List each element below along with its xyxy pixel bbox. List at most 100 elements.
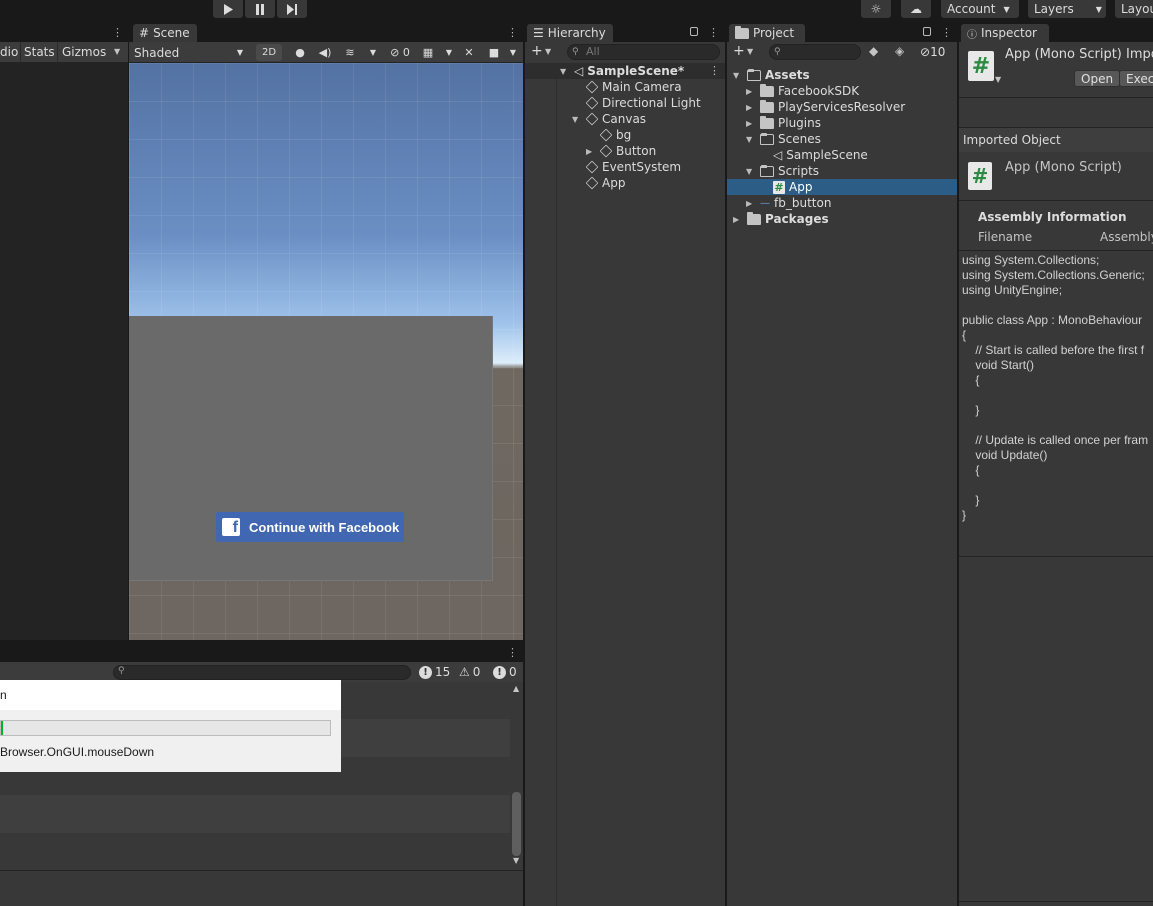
toggle-2d-button[interactable]: 2D [256, 44, 282, 61]
lighting-button[interactable]: ☼ [861, 0, 891, 18]
scrollbar-thumb[interactable] [512, 792, 521, 856]
filter-by-label-icon[interactable]: ◈ [895, 44, 904, 58]
kebab-menu-icon[interactable]: ⋮ [941, 26, 952, 39]
scene-visibility-toggle[interactable]: ⊘ 0 [385, 45, 415, 60]
tab-scene[interactable]: # Scene [133, 24, 197, 42]
layout-dropdown[interactable]: Layou [1115, 0, 1153, 18]
kebab-menu-icon[interactable]: ⋮ [112, 26, 123, 39]
chevron-down-icon[interactable]: ▼ [114, 47, 120, 56]
hierarchy-item-main-camera[interactable]: Main Camera [585, 79, 682, 95]
expand-arrow-icon[interactable]: ▶ [746, 119, 756, 128]
inspector-tabbar: ⓘ Inspector [959, 22, 1153, 42]
expand-arrow-icon[interactable]: ▼ [746, 167, 756, 176]
lock-icon[interactable] [923, 27, 931, 36]
project-item-samplescene[interactable]: ◁ SampleScene [773, 147, 868, 163]
item-label: FacebookSDK [778, 84, 860, 98]
gizmos-button[interactable]: Gizmos [62, 45, 106, 59]
hierarchy-item-button[interactable]: ▶ Button [586, 143, 656, 159]
hierarchy-item-bg[interactable]: bg [599, 127, 631, 143]
audio-icon[interactable]: ◀) [317, 45, 333, 60]
hierarchy-item-directional-light[interactable]: Directional Light [585, 95, 701, 111]
pause-button[interactable] [245, 0, 275, 18]
filter-by-type-icon[interactable]: ◆ [869, 44, 878, 58]
scene-root-item[interactable]: ▼ ◁ SampleScene* [560, 63, 684, 79]
tab-project[interactable]: Project [729, 24, 805, 42]
step-button[interactable] [277, 0, 307, 18]
effects-icon[interactable]: ≋ [342, 45, 358, 60]
expand-arrow-icon[interactable]: ▶ [586, 147, 596, 156]
toggle-2d-label: 2D [261, 47, 277, 58]
expand-arrow-icon[interactable]: ▶ [746, 87, 756, 96]
project-item-plugins[interactable]: ▶ Plugins [746, 115, 821, 131]
cloud-button[interactable]: ☁ [901, 0, 931, 18]
console-search-input[interactable]: ⚲ [113, 665, 411, 680]
progress-fill [1, 721, 3, 735]
item-label: App [789, 180, 813, 194]
tab-inspector[interactable]: ⓘ Inspector [961, 24, 1049, 42]
grid-toggle-icon[interactable]: ▦ [420, 45, 436, 60]
expand-arrow-icon[interactable]: ▶ [746, 199, 756, 208]
log-count-toggle[interactable]: ! 15 [419, 663, 450, 681]
error-count-toggle[interactable]: ! 0 [493, 663, 517, 681]
project-item-playservicesresolver[interactable]: ▶ PlayServicesResolver [746, 99, 905, 115]
project-item-fb-button[interactable]: ▶ — fb_button [746, 195, 831, 211]
tab-hierarchy[interactable]: ☰ Hierarchy [527, 24, 613, 42]
chevron-down-icon[interactable]: ▼ [747, 47, 753, 56]
warning-count-toggle[interactable]: ⚠ 0 [459, 663, 480, 681]
list-item[interactable] [0, 795, 510, 833]
layers-dropdown[interactable]: Layers ▼ [1028, 0, 1106, 18]
kebab-menu-icon[interactable]: ⋮ [507, 26, 518, 39]
hidden-packages-toggle[interactable]: ⊘10 [920, 45, 945, 59]
kebab-menu-icon[interactable]: ⋮ [507, 646, 518, 659]
hierarchy-item-app[interactable]: App [585, 175, 626, 191]
chevron-down-icon[interactable]: ▼ [441, 45, 457, 60]
expand-arrow-icon[interactable]: ▼ [733, 71, 743, 80]
project-item-facebooksdk[interactable]: ▶ FacebookSDK [746, 83, 859, 99]
execution-order-button[interactable]: Exec [1119, 70, 1153, 87]
hierarchy-item-eventsystem[interactable]: EventSystem [585, 159, 681, 175]
tools-icon[interactable]: ✕ [461, 45, 477, 60]
shading-mode-dropdown[interactable]: Shaded ▼ [131, 44, 247, 61]
scene-viewport[interactable]: f Continue with Facebook [129, 63, 523, 640]
project-item-packages[interactable]: ▶ Packages [733, 211, 829, 227]
play-button[interactable] [213, 0, 243, 18]
expand-arrow-icon[interactable]: ▼ [560, 67, 570, 76]
kebab-menu-icon[interactable]: ⋮ [708, 26, 719, 39]
expand-arrow-icon[interactable]: ▼ [746, 135, 756, 144]
hierarchy-search-input[interactable]: ⚲ All [567, 44, 720, 60]
expand-arrow-icon[interactable]: ▶ [746, 103, 756, 112]
chevron-down-icon[interactable]: ▼ [545, 47, 551, 56]
project-item-app[interactable]: # App [773, 179, 812, 195]
scroll-down-icon[interactable]: ▼ [513, 856, 519, 865]
account-dropdown[interactable]: Account ▼ [941, 0, 1019, 18]
hierarchy-item-canvas[interactable]: ▼ Canvas [572, 111, 646, 127]
warning-icon: ⚠ [459, 665, 470, 679]
project-item-scenes[interactable]: ▼ Scenes [746, 131, 821, 147]
lightbulb-icon[interactable]: ● [292, 45, 308, 60]
tab-hierarchy-label: Hierarchy [547, 26, 606, 40]
unity-scene-icon: ◁ [574, 64, 584, 78]
cloud-icon: ☁ [910, 2, 922, 16]
expand-arrow-icon[interactable]: ▶ [733, 215, 743, 224]
add-icon[interactable]: + [733, 43, 745, 59]
project-item-scripts[interactable]: ▼ Scripts [746, 163, 819, 179]
chevron-down-icon[interactable]: ▼ [365, 45, 381, 60]
audio-toggle[interactable]: dio [0, 45, 18, 59]
game-view[interactable] [0, 63, 128, 640]
lock-icon[interactable] [690, 27, 698, 36]
item-label: App [602, 176, 626, 190]
console-scrollbar[interactable]: ▲ ▼ [510, 684, 523, 870]
camera-icon[interactable]: ■ [486, 45, 502, 60]
chevron-down-icon[interactable]: ▼ [505, 45, 521, 60]
scroll-up-icon[interactable]: ▲ [513, 684, 519, 693]
stats-button[interactable]: Stats [24, 45, 55, 59]
kebab-menu-icon[interactable]: ⋮ [709, 64, 720, 77]
open-button[interactable]: Open [1074, 70, 1121, 87]
project-search-input[interactable]: ⚲ [769, 44, 861, 60]
chevron-down-icon[interactable]: ▼ [995, 75, 1001, 84]
item-label: Button [616, 144, 657, 158]
add-icon[interactable]: + [531, 43, 543, 59]
continue-with-facebook-button[interactable]: f Continue with Facebook [216, 512, 404, 542]
expand-arrow-icon[interactable]: ▼ [572, 115, 582, 124]
project-item-assets[interactable]: ▼ Assets [733, 67, 810, 83]
